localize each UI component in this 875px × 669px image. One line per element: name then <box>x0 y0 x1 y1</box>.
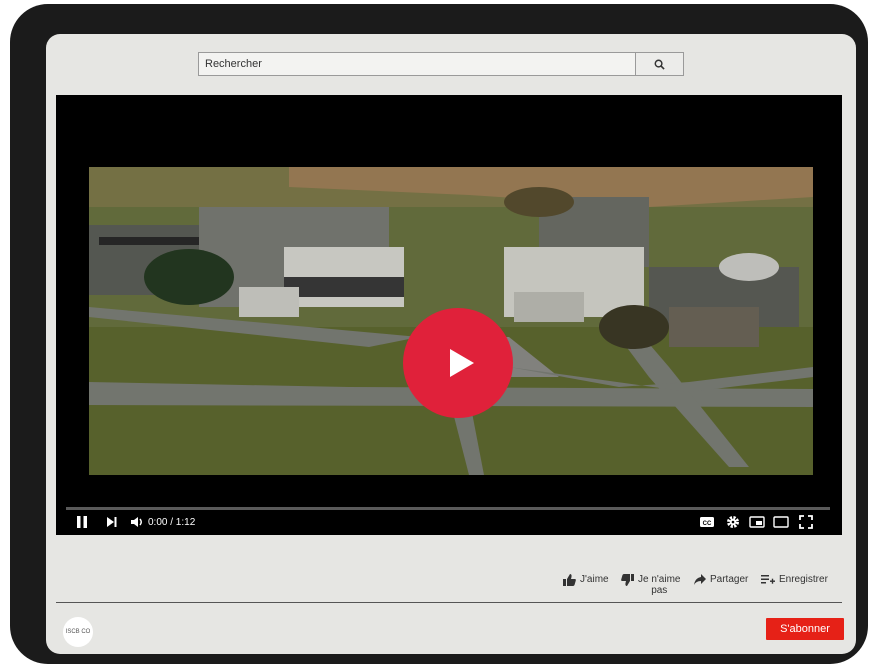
svg-text:CC: CC <box>703 521 712 527</box>
dislike-label: Je n'aime pas <box>638 574 681 596</box>
tablet-frame: Rechercher 0:00 / 1:12 CC J'aime Je n'ai… <box>10 4 868 664</box>
thumbs-up-icon <box>563 574 576 586</box>
screen: Rechercher 0:00 / 1:12 CC J'aime Je n'ai… <box>46 34 856 654</box>
share-label: Partager <box>710 574 749 585</box>
subscribe-button[interactable]: S'abonner <box>766 618 844 640</box>
dislike-label-line2: pas <box>651 585 668 596</box>
miniplayer-icon <box>749 516 765 528</box>
search-bar: Rechercher <box>198 52 684 76</box>
like-button[interactable]: J'aime <box>563 574 609 586</box>
playlist-add-icon <box>761 575 775 584</box>
share-button[interactable]: Partager <box>694 574 748 585</box>
fullscreen-icon <box>799 515 813 529</box>
play-icon <box>450 349 474 377</box>
pause-button[interactable] <box>76 515 88 529</box>
fullscreen-button[interactable] <box>799 515 813 529</box>
search-button[interactable] <box>636 53 683 75</box>
divider <box>56 602 842 603</box>
progress-bar[interactable] <box>66 507 830 510</box>
dislike-label-line1: Je n'aime <box>638 574 681 585</box>
theater-icon <box>773 516 789 528</box>
video-player[interactable]: 0:00 / 1:12 CC <box>56 95 842 535</box>
like-label: J'aime <box>580 574 609 585</box>
share-icon <box>694 574 706 585</box>
save-label: Enregistrer <box>779 574 828 585</box>
channel-logo-text: ISCB CO <box>65 629 91 635</box>
time-display: 0:00 / 1:12 <box>148 517 196 528</box>
big-play-button[interactable] <box>403 308 513 418</box>
search-input[interactable]: Rechercher <box>199 53 636 75</box>
captions-icon: CC <box>700 517 714 527</box>
channel-avatar[interactable]: ISCB CO <box>63 617 93 647</box>
captions-button[interactable]: CC <box>699 515 715 529</box>
next-icon <box>107 517 117 527</box>
next-button[interactable] <box>106 515 118 529</box>
theater-mode-button[interactable] <box>773 515 789 529</box>
search-icon <box>654 59 665 70</box>
volume-button[interactable] <box>130 515 144 529</box>
miniplayer-button[interactable] <box>749 515 765 529</box>
pause-icon <box>77 516 87 528</box>
thumbs-down-icon <box>621 574 634 586</box>
dislike-button[interactable]: Je n'aime pas <box>621 574 681 596</box>
save-button[interactable]: Enregistrer <box>761 574 828 585</box>
player-controls: 0:00 / 1:12 CC <box>56 513 842 533</box>
gear-icon <box>726 515 740 529</box>
volume-icon <box>131 517 142 527</box>
settings-button[interactable] <box>726 515 740 529</box>
